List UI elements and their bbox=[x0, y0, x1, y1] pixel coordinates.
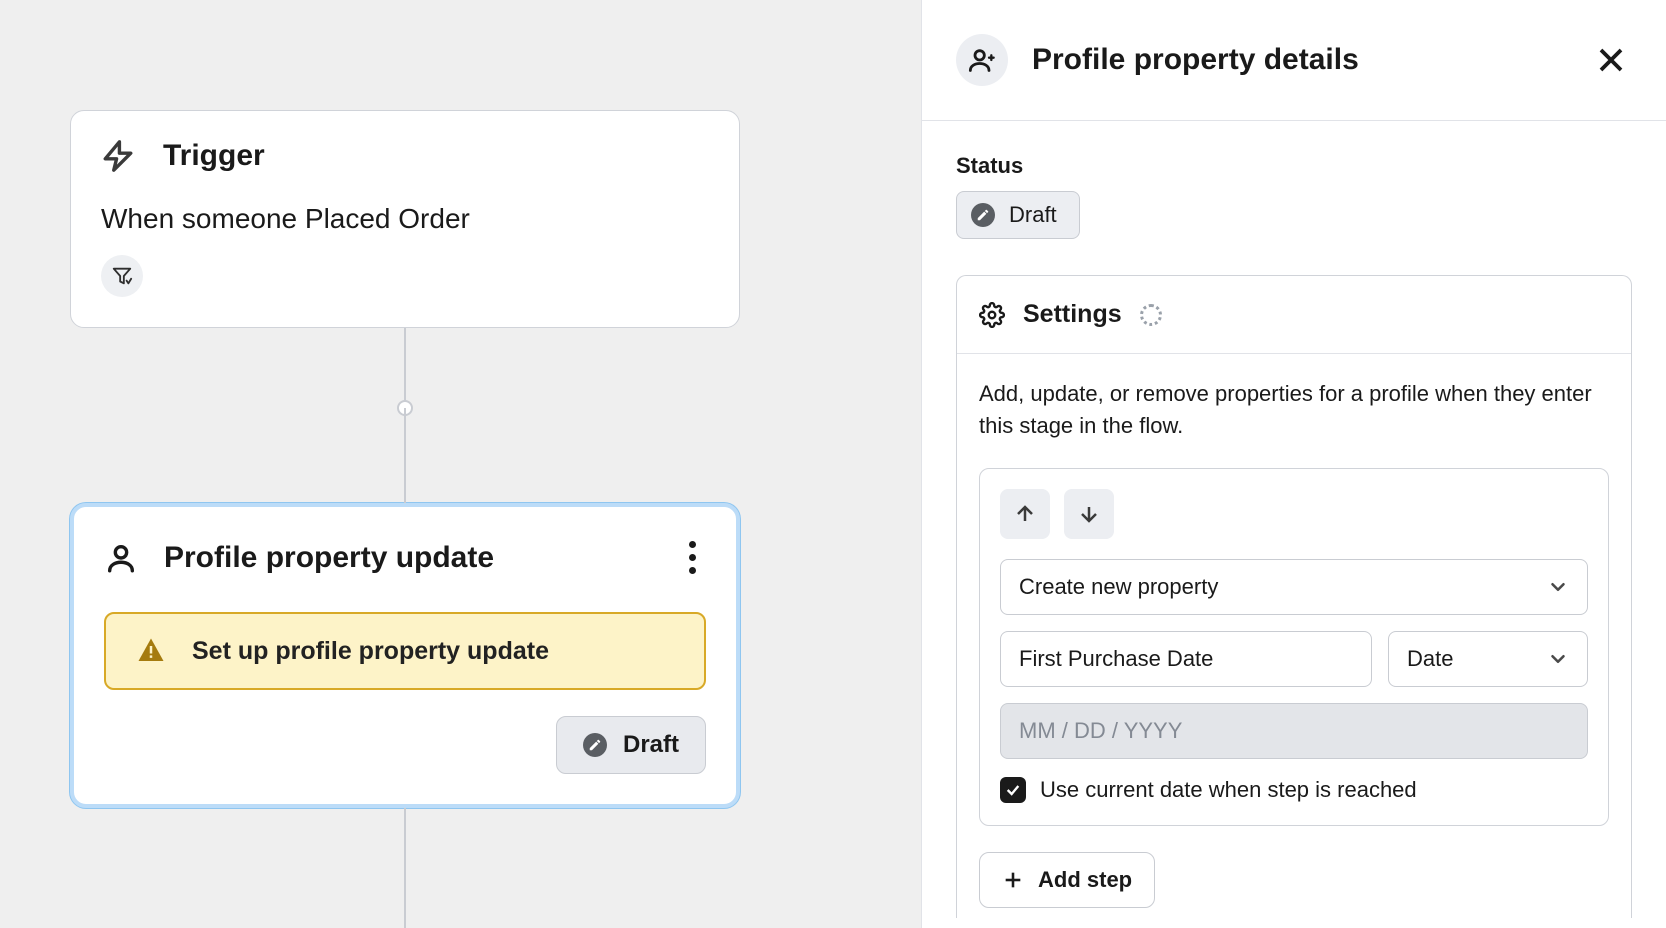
details-side-panel: Profile property details Status Draft Se… bbox=[921, 0, 1666, 928]
property-action-select[interactable]: Create new property bbox=[1000, 559, 1588, 615]
property-type-value: Date bbox=[1407, 646, 1453, 672]
step-status-text: Draft bbox=[623, 731, 679, 759]
add-step-label: Add step bbox=[1038, 867, 1132, 893]
pencil-icon bbox=[583, 733, 607, 757]
profile-property-step-card[interactable]: Profile property update Set up profile p… bbox=[70, 503, 740, 808]
trigger-description: When someone Placed Order bbox=[101, 203, 709, 235]
use-current-date-checkbox[interactable] bbox=[1000, 777, 1026, 803]
trigger-card[interactable]: Trigger When someone Placed Order bbox=[70, 110, 740, 328]
move-up-button[interactable] bbox=[1000, 489, 1050, 539]
chevron-down-icon bbox=[1547, 576, 1569, 598]
settings-title: Settings bbox=[1023, 300, 1122, 329]
status-label: Status bbox=[956, 153, 1632, 179]
chevron-down-icon bbox=[1547, 648, 1569, 670]
status-chip[interactable]: Draft bbox=[956, 191, 1080, 239]
property-name-input[interactable]: First Purchase Date bbox=[1000, 631, 1372, 687]
property-type-select[interactable]: Date bbox=[1388, 631, 1588, 687]
status-value: Draft bbox=[1009, 202, 1057, 228]
connector-line bbox=[404, 328, 406, 408]
panel-header: Profile property details bbox=[922, 0, 1666, 121]
step-more-menu-button[interactable] bbox=[679, 535, 706, 580]
setup-warning-banner[interactable]: Set up profile property update bbox=[104, 612, 706, 690]
date-input[interactable]: MM / DD / YYYY bbox=[1000, 703, 1588, 759]
date-placeholder: MM / DD / YYYY bbox=[1019, 718, 1182, 743]
close-panel-button[interactable] bbox=[1590, 39, 1632, 81]
connector-line bbox=[404, 808, 406, 928]
warning-text: Set up profile property update bbox=[192, 637, 549, 666]
connector-line bbox=[404, 408, 406, 503]
step-title: Profile property update bbox=[164, 541, 494, 575]
trigger-title: Trigger bbox=[163, 139, 265, 173]
property-config-box: Create new property First Purchase Date … bbox=[979, 468, 1609, 826]
add-step-button[interactable]: Add step bbox=[979, 852, 1155, 908]
property-action-value: Create new property bbox=[1019, 574, 1218, 600]
trigger-filter-button[interactable] bbox=[101, 255, 143, 297]
flow-canvas[interactable]: Trigger When someone Placed Order bbox=[0, 0, 921, 928]
loading-spinner-icon bbox=[1140, 304, 1162, 326]
person-icon bbox=[104, 541, 138, 575]
panel-title: Profile property details bbox=[1032, 43, 1359, 77]
settings-description: Add, update, or remove properties for a … bbox=[979, 378, 1609, 442]
use-current-date-label: Use current date when step is reached bbox=[1040, 777, 1417, 803]
pencil-icon bbox=[971, 203, 995, 227]
property-name-value: First Purchase Date bbox=[1019, 646, 1213, 672]
move-down-button[interactable] bbox=[1064, 489, 1114, 539]
gear-icon bbox=[979, 302, 1005, 328]
person-icon bbox=[956, 34, 1008, 86]
warning-icon bbox=[136, 636, 166, 666]
step-status-chip[interactable]: Draft bbox=[556, 716, 706, 774]
lightning-icon bbox=[101, 139, 135, 173]
settings-section: Settings Add, update, or remove properti… bbox=[956, 275, 1632, 918]
